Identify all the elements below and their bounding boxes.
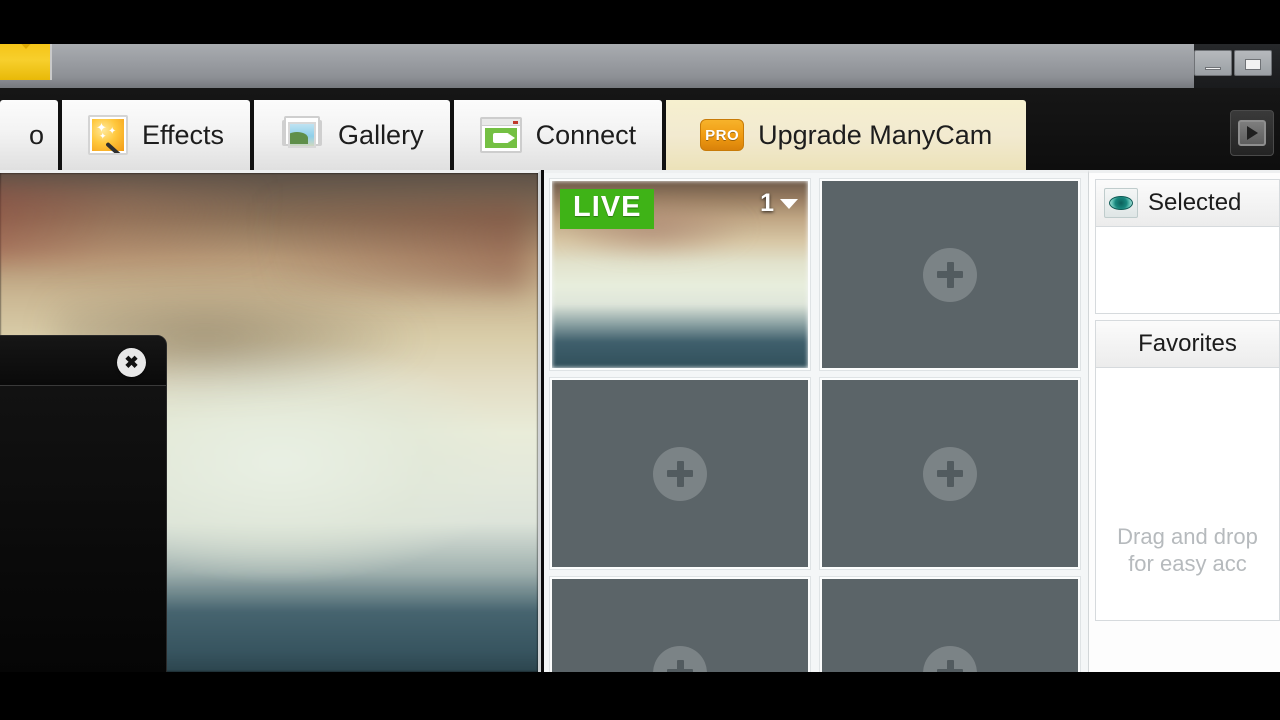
favorites-hint-line-2: for easy acc bbox=[1128, 551, 1247, 576]
main-content: ✖ LIVE 1 Selected Favorites Drag and dro… bbox=[0, 170, 1280, 672]
manycam-app-window: o ✦ ✦ ✦ Effects Gallery Connect PRO Upgr… bbox=[0, 44, 1280, 672]
tab-list: o ✦ ✦ ✦ Effects Gallery Connect PRO Upgr… bbox=[0, 100, 1027, 170]
minimize-icon bbox=[1205, 67, 1221, 70]
overlay-panel-body bbox=[0, 386, 166, 672]
source-cell-empty[interactable] bbox=[549, 377, 811, 570]
selected-panel-body[interactable] bbox=[1096, 227, 1279, 313]
favorites-panel-title: Favorites bbox=[1138, 330, 1237, 357]
connect-screen bbox=[484, 128, 517, 148]
eye-icon-pupil bbox=[1109, 196, 1133, 210]
maximize-button[interactable] bbox=[1234, 50, 1272, 76]
tab-upgrade-manycam[interactable]: PRO Upgrade ManyCam bbox=[662, 100, 1027, 170]
source-cell-empty[interactable] bbox=[819, 178, 1081, 371]
source-cell-empty[interactable] bbox=[819, 576, 1081, 672]
live-badge: LIVE bbox=[560, 189, 655, 229]
add-source-button[interactable] bbox=[923, 446, 977, 501]
letterbox-bottom-bar bbox=[0, 672, 1280, 720]
tab-gallery-label: Gallery bbox=[338, 119, 424, 150]
tab-gallery[interactable]: Gallery bbox=[250, 100, 450, 170]
tab-upgrade-label: Upgrade ManyCam bbox=[758, 119, 993, 150]
tab-connect[interactable]: Connect bbox=[449, 100, 663, 170]
add-source-button[interactable] bbox=[923, 247, 977, 302]
notification-tab[interactable] bbox=[0, 44, 52, 80]
play-button-inner bbox=[1238, 120, 1266, 146]
play-icon bbox=[1246, 126, 1258, 140]
selected-panel-title: Selected bbox=[1148, 189, 1242, 216]
add-source-button[interactable] bbox=[653, 446, 707, 501]
play-button[interactable] bbox=[1230, 110, 1274, 156]
add-source-button[interactable] bbox=[653, 645, 707, 672]
favorites-panel-body[interactable]: Drag and drop for easy acc bbox=[1096, 368, 1279, 620]
camcorder-icon bbox=[492, 133, 515, 143]
overlay-panel[interactable]: ✖ bbox=[0, 335, 167, 672]
selected-panel-header: Selected bbox=[1096, 180, 1279, 227]
window-controls bbox=[1194, 50, 1272, 76]
letterbox-top-bar bbox=[0, 0, 1280, 44]
source-grid: LIVE 1 bbox=[544, 170, 1088, 672]
tab-effects[interactable]: ✦ ✦ ✦ Effects bbox=[58, 100, 251, 170]
source-cell-live[interactable]: LIVE 1 bbox=[549, 178, 811, 371]
maximize-icon bbox=[1245, 59, 1261, 70]
screen-root: o ✦ ✦ ✦ Effects Gallery Connect PRO Upgr… bbox=[0, 0, 1280, 720]
favorites-panel-header: Favorites bbox=[1096, 321, 1279, 368]
video-blur-region bbox=[269, 202, 528, 293]
sparkle-icon: ✦ bbox=[108, 126, 117, 137]
tab-video[interactable]: o bbox=[0, 100, 58, 170]
connect-close-dot bbox=[512, 121, 518, 124]
selected-panel: Selected bbox=[1095, 179, 1280, 314]
source-number-label: 1 bbox=[760, 189, 774, 217]
favorites-panel: Favorites Drag and drop for easy acc bbox=[1095, 320, 1280, 621]
sparkle-icon: ✦ bbox=[99, 131, 107, 141]
tab-connect-label: Connect bbox=[535, 119, 637, 150]
right-sidebar: Selected Favorites Drag and drop for eas… bbox=[1088, 170, 1280, 672]
plus-icon bbox=[923, 645, 977, 672]
source-cell-empty[interactable] bbox=[819, 377, 1081, 570]
add-source-button[interactable] bbox=[923, 645, 977, 672]
video-preview[interactable]: ✖ bbox=[0, 170, 541, 672]
title-bar bbox=[0, 44, 1280, 88]
effects-icon: ✦ ✦ ✦ bbox=[88, 115, 128, 155]
chevron-down-icon bbox=[780, 198, 798, 209]
tab-effects-label: Effects bbox=[142, 119, 225, 150]
plus-icon bbox=[923, 446, 977, 501]
plus-icon bbox=[653, 446, 707, 501]
gallery-photo-icon bbox=[288, 122, 317, 148]
chevron-down-icon bbox=[14, 44, 38, 49]
connect-window-titlebar bbox=[481, 119, 520, 126]
gallery-photo-hill bbox=[290, 132, 309, 144]
minimize-button[interactable] bbox=[1194, 50, 1232, 76]
source-number-dropdown[interactable]: 1 bbox=[760, 189, 798, 218]
source-cell-empty[interactable] bbox=[549, 576, 811, 672]
tab-video-label: o bbox=[28, 119, 44, 150]
main-tab-bar: o ✦ ✦ ✦ Effects Gallery Connect PRO Upgr… bbox=[0, 88, 1280, 170]
pro-badge-icon: PRO bbox=[700, 119, 745, 151]
gallery-icon bbox=[280, 116, 324, 154]
plus-icon bbox=[923, 247, 977, 302]
close-icon[interactable]: ✖ bbox=[117, 348, 146, 377]
favorites-empty-hint: Drag and drop for easy acc bbox=[1117, 523, 1258, 578]
video-blur-region bbox=[0, 182, 264, 263]
connect-icon bbox=[479, 117, 522, 153]
eye-icon[interactable] bbox=[1104, 188, 1138, 218]
plus-icon bbox=[653, 645, 707, 672]
favorites-hint-line-1: Drag and drop bbox=[1117, 523, 1258, 549]
